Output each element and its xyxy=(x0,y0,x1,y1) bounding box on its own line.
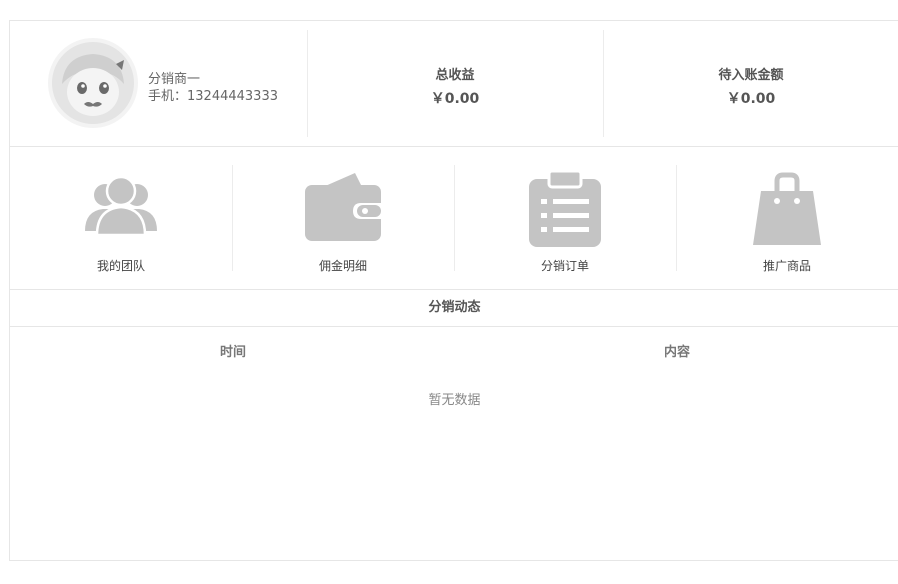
menu-item-promoted-products[interactable]: 推广商品 xyxy=(676,147,898,290)
function-menu: 我的团队 佣金明细 分销订单 推广商品 xyxy=(10,147,898,290)
distribution-panel: 分销商一 手机：13244443333 总收益 ￥0.00 待入账金额 ￥0.0… xyxy=(9,20,898,561)
menu-item-commission-details[interactable]: 佣金明细 xyxy=(232,147,454,290)
menu-label: 佣金明细 xyxy=(318,259,367,273)
distributor-phone: 手机：13244443333 xyxy=(148,89,278,104)
column-header-content: 内容 xyxy=(664,345,691,360)
total-earnings-label: 总收益 xyxy=(435,68,475,83)
team-icon xyxy=(85,175,157,237)
activity-title: 分销动态 xyxy=(10,290,898,327)
menu-label: 分销订单 xyxy=(540,259,589,273)
pending-amount-stat: 待入账金额 ￥0.00 xyxy=(603,21,898,147)
wallet-icon xyxy=(305,173,381,241)
menu-label: 我的团队 xyxy=(96,259,145,273)
pending-amount-label: 待入账金额 xyxy=(718,68,784,83)
total-earnings-stat: 总收益 ￥0.00 xyxy=(307,21,603,147)
avatar[interactable] xyxy=(48,38,138,128)
pending-amount-value: ￥0.00 xyxy=(726,91,776,107)
column-header-time: 时间 xyxy=(220,345,247,360)
menu-item-my-team[interactable]: 我的团队 xyxy=(10,147,232,290)
shopping-bag-icon xyxy=(753,172,821,245)
profile-card: 分销商一 手机：13244443333 xyxy=(10,21,307,147)
summary-row: 分销商一 手机：13244443333 总收益 ￥0.00 待入账金额 ￥0.0… xyxy=(10,21,898,147)
empty-state: 暂无数据 xyxy=(428,393,481,408)
total-earnings-value: ￥0.00 xyxy=(430,91,480,107)
clipboard-icon xyxy=(529,169,601,247)
menu-label: 推广商品 xyxy=(762,259,811,273)
menu-item-distribution-orders[interactable]: 分销订单 xyxy=(454,147,676,290)
cartoon-avatar-icon xyxy=(52,42,134,124)
